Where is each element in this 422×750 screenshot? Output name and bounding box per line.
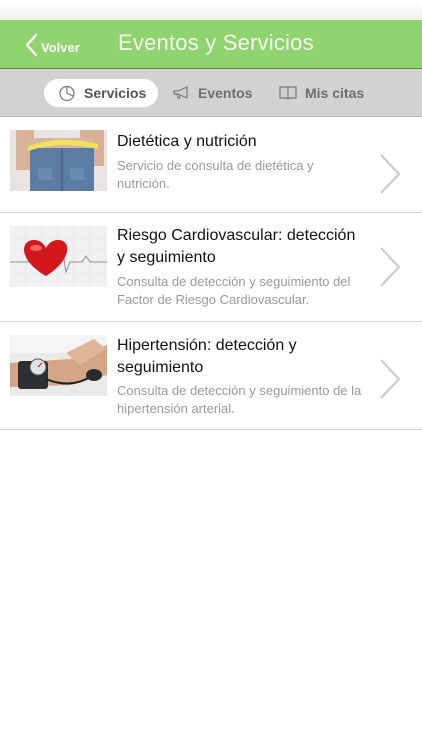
- nav-bar: Volver Eventos y Servicios: [0, 20, 422, 69]
- service-description: Consulta de detección y seguimiento de l…: [117, 383, 362, 416]
- tab-mis-citas[interactable]: Mis citas: [279, 79, 364, 107]
- blood-pressure-photo: [10, 335, 107, 396]
- services-list: Dietética y nutrición Servicio de consul…: [0, 117, 422, 430]
- tab-eventos-label: Eventos: [198, 85, 253, 101]
- chevron-right-icon: [380, 154, 401, 194]
- back-label: Volver: [41, 39, 80, 55]
- service-description: Servicio de consulta de dietética y nutr…: [117, 158, 314, 191]
- list-item-riesgo-cardiovascular[interactable]: Riesgo Cardiovascular: detección y segui…: [0, 213, 422, 322]
- list-item-dietetica[interactable]: Dietética y nutrición Servicio de consul…: [0, 117, 422, 213]
- chevron-right-icon: [380, 359, 401, 399]
- segmented-control: Servicios Eventos Mis citas: [0, 69, 422, 117]
- tab-eventos[interactable]: Eventos: [172, 79, 252, 107]
- tab-servicios-label: Servicios: [84, 85, 147, 101]
- service-title: Dietética y nutrición: [117, 133, 257, 150]
- chevron-right-icon: [380, 247, 401, 287]
- tab-mis-citas-label: Mis citas: [305, 85, 365, 101]
- heart-ecg-photo: [10, 226, 107, 287]
- page-title: Eventos y Servicios: [118, 30, 314, 55]
- service-title: Riesgo Cardiovascular: detección y segui…: [117, 227, 356, 266]
- pie-chart-icon: [58, 84, 76, 102]
- service-title: Hipertensión: detección y seguimiento: [117, 337, 297, 376]
- megaphone-icon: [172, 84, 190, 102]
- tab-servicios[interactable]: Servicios: [44, 79, 158, 107]
- book-icon: [279, 84, 297, 102]
- service-description: Consulta de detección y seguimiento del …: [117, 274, 351, 307]
- chevron-left-icon: [25, 33, 38, 57]
- measuring-tape-waist-photo: [10, 130, 107, 191]
- back-button[interactable]: Volver: [24, 32, 80, 58]
- list-item-hipertension[interactable]: Hipertensión: detección y seguimiento Co…: [0, 322, 422, 430]
- status-bar: [0, 0, 422, 20]
